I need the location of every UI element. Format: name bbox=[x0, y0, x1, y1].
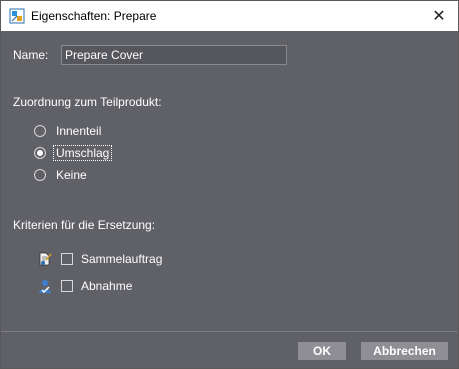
checkbox-label: Abnahme bbox=[81, 279, 133, 293]
footer-separator bbox=[1, 331, 458, 332]
collective-order-icon bbox=[39, 252, 52, 266]
radio-button[interactable] bbox=[34, 125, 46, 137]
app-icon bbox=[9, 8, 25, 24]
checkbox-sammelauftrag[interactable]: Sammelauftrag bbox=[37, 250, 162, 268]
checkbox[interactable] bbox=[61, 280, 73, 292]
properties-dialog: Eigenschaften: Prepare ✕ Name: Prepare C… bbox=[0, 0, 459, 369]
window-title: Eigenschaften: Prepare bbox=[31, 9, 157, 23]
assignment-heading: Zuordnung zum Teilprodukt: bbox=[13, 95, 162, 109]
radio-label: Innenteil bbox=[56, 124, 102, 138]
dialog-body: Name: Prepare Cover Zuordnung zum Teilpr… bbox=[1, 31, 458, 368]
radio-button-selected[interactable] bbox=[34, 147, 46, 159]
radio-keine[interactable]: Keine bbox=[34, 166, 89, 184]
radio-label: Umschlag bbox=[52, 145, 113, 161]
radio-button[interactable] bbox=[34, 169, 46, 181]
close-icon: ✕ bbox=[432, 8, 446, 25]
name-input[interactable]: Prepare Cover bbox=[61, 45, 287, 65]
checkbox[interactable] bbox=[61, 253, 73, 265]
name-label: Name: bbox=[13, 48, 49, 62]
cancel-button[interactable]: Abbrechen bbox=[361, 342, 448, 360]
title-bar[interactable]: Eigenschaften: Prepare ✕ bbox=[1, 1, 458, 31]
criteria-heading: Kriterien für die Ersetzung: bbox=[13, 218, 156, 232]
checkbox-abnahme[interactable]: Abnahme bbox=[37, 277, 132, 295]
close-button[interactable]: ✕ bbox=[428, 5, 450, 27]
radio-umschlag[interactable]: Umschlag bbox=[34, 144, 113, 162]
radio-innenteil[interactable]: Innenteil bbox=[34, 122, 103, 140]
radio-label: Keine bbox=[56, 168, 87, 182]
approval-icon bbox=[39, 280, 51, 294]
checkbox-label: Sammelauftrag bbox=[81, 252, 163, 266]
ok-button[interactable]: OK bbox=[298, 342, 346, 360]
